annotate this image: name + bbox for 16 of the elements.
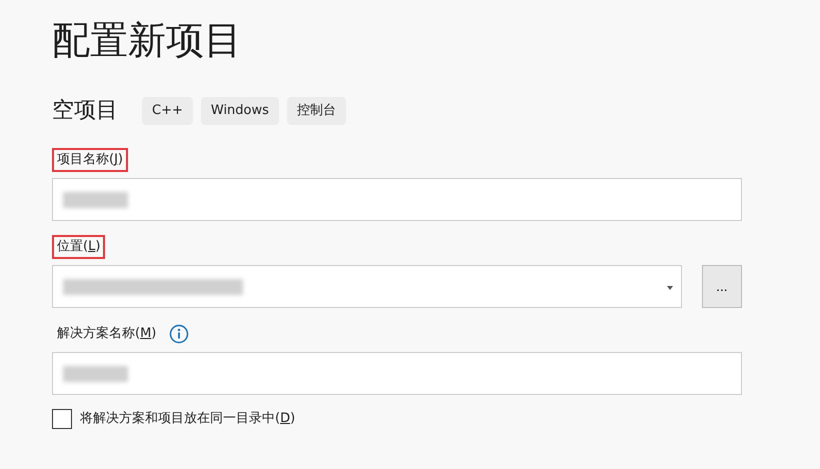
tag: 控制台: [286, 97, 346, 125]
checkbox-label: 将解决方案和项目放在同一目录中(D): [80, 410, 296, 428]
field-label: 项目名称(J): [52, 148, 128, 172]
location-dropdown[interactable]: [52, 265, 682, 308]
field-label: 解决方案名称(M): [56, 325, 158, 343]
caret-icon: [666, 286, 673, 290]
browse-button[interactable]: ...: [702, 265, 742, 308]
template-name: 空项目: [52, 97, 118, 125]
tag: Windows: [200, 97, 279, 125]
input-field[interactable]: [52, 352, 742, 395]
page-title: 配置新项目: [52, 17, 243, 64]
info-icon[interactable]: [169, 324, 190, 344]
checkbox[interactable]: [52, 409, 72, 429]
tag: C++: [142, 97, 193, 125]
input-field[interactable]: [52, 178, 742, 221]
field-label: 位置(L): [52, 235, 106, 259]
